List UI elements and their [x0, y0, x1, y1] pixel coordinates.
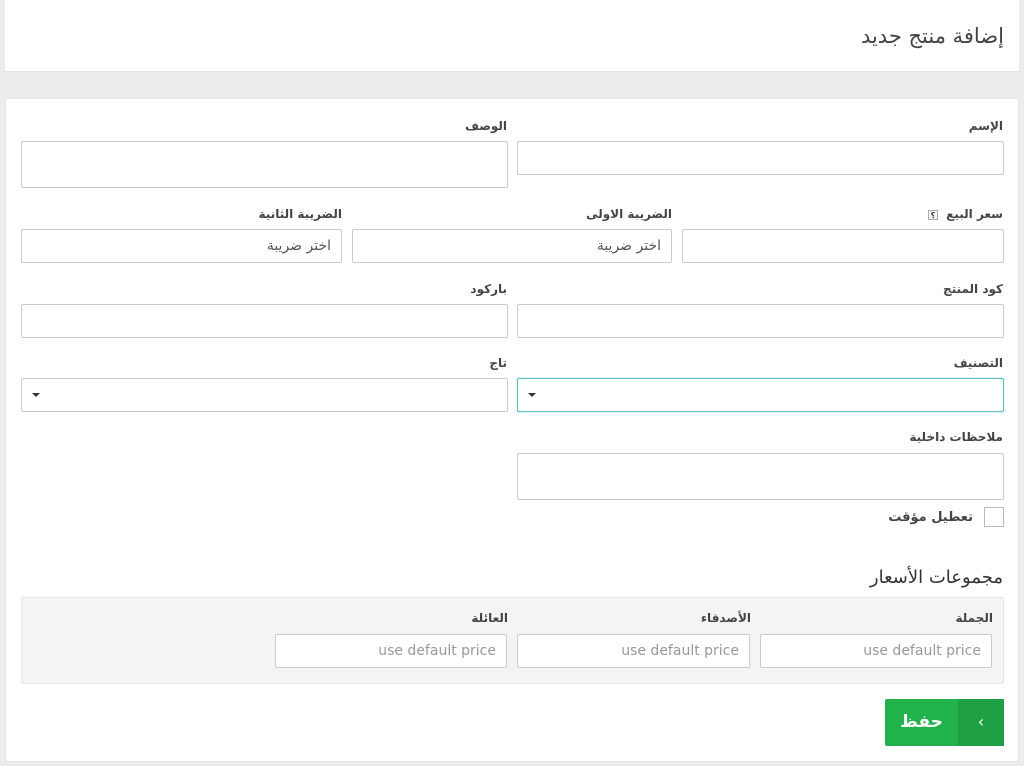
price-label: سعر البيع ؟ [927, 207, 1003, 221]
tax2-label: الضريبة الثانية [258, 207, 342, 221]
barcode-label: باركود [470, 282, 507, 296]
chevron-down-icon [528, 393, 536, 397]
product-code-input[interactable] [517, 304, 1004, 338]
price-group-input[interactable] [275, 634, 507, 668]
price-label-text: سعر البيع [946, 207, 1003, 221]
internal-notes-label: ملاحظات داخلية [909, 430, 1003, 444]
chevron-down-icon [32, 393, 40, 397]
tax2-select[interactable] [21, 229, 342, 263]
tax1-select[interactable] [352, 229, 672, 263]
price-group-label: العائلة [471, 611, 508, 625]
product-code-label: كود المنتج [943, 282, 1003, 296]
price-groups-box: الجملة الأصدقاء العائلة [21, 597, 1004, 684]
tax1-label: الضريبة الاولى [586, 207, 672, 221]
save-button-label: حفظ [900, 712, 943, 732]
name-label: الإسم [968, 119, 1003, 133]
chevron-left-icon: ‹ [958, 699, 1004, 746]
page-header: إضافة منتج جديد [5, 0, 1019, 72]
product-form-panel: الإسم الوصف سعر البيع ؟ الضريبة الاولى ا… [5, 98, 1019, 762]
tag-select[interactable] [21, 378, 508, 412]
price-input[interactable] [682, 229, 1004, 263]
price-group-input[interactable] [760, 634, 992, 668]
tag-label: تاج [489, 356, 507, 370]
help-icon[interactable]: ؟ [927, 209, 938, 220]
price-groups-title: مجموعات الأسعار [869, 567, 1003, 588]
page-title: إضافة منتج جديد [860, 24, 1004, 48]
description-label: الوصف [464, 119, 507, 133]
disable-checkbox[interactable] [984, 507, 1004, 527]
price-group-label: الأصدقاء [700, 611, 751, 625]
price-group-label: الجملة [955, 611, 994, 625]
barcode-input[interactable] [21, 304, 508, 338]
category-label: التصنيف [953, 356, 1003, 370]
name-input[interactable] [517, 141, 1004, 175]
disable-label: تعطيل مؤقت [888, 510, 973, 525]
internal-notes-textarea[interactable] [517, 453, 1004, 500]
save-button[interactable]: حفظ ‹ [885, 699, 1004, 746]
description-textarea[interactable] [21, 141, 508, 188]
category-select[interactable] [517, 378, 1004, 412]
price-group-input[interactable] [517, 634, 750, 668]
